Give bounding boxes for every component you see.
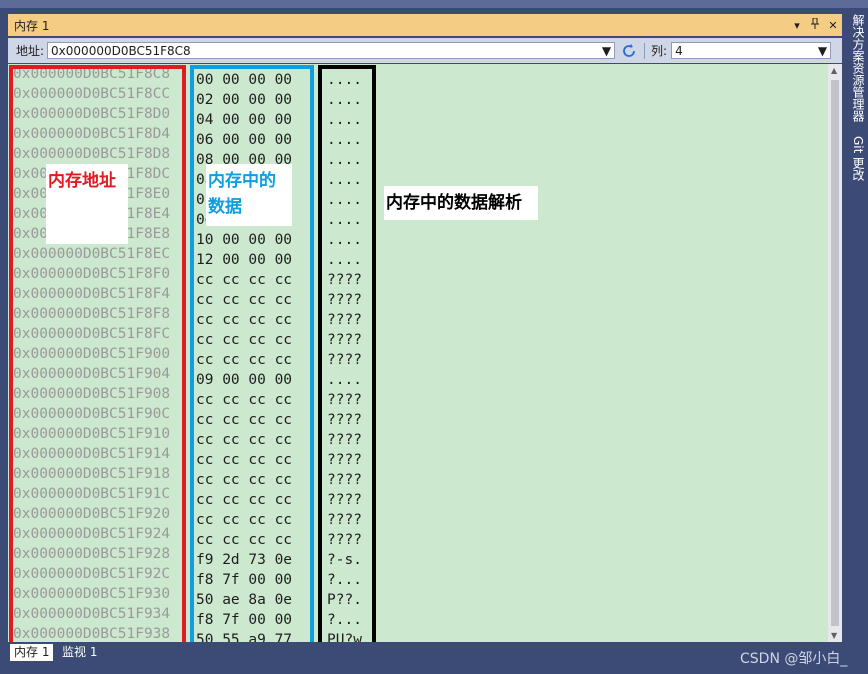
column-value: 4 — [675, 43, 683, 58]
column-label: 列: — [651, 44, 668, 58]
window-title: 内存 1 — [14, 18, 50, 33]
memory-toolbar: 地址: 0x000000D0BC51F8C8 ▼ 列: 4 ▼ — [8, 38, 842, 63]
annotation-data-line1: 内存中的 — [208, 171, 276, 191]
window-dropdown-icon[interactable]: ▾ — [788, 19, 806, 32]
watermark: CSDN @邹小白_ — [740, 651, 848, 667]
chevron-down-icon[interactable]: ▼ — [602, 44, 611, 58]
tab-memory-1[interactable]: 内存 1 — [10, 644, 54, 661]
git-changes-tab[interactable]: Git 更改 — [850, 136, 867, 181]
tab-watch-1[interactable]: 监视 1 — [58, 644, 101, 661]
memory-view[interactable]: 0x000000D0BC51F8C8 00 00 00 00.... 0x00000… — [8, 64, 828, 642]
data-highlight-box — [190, 65, 314, 642]
refresh-icon[interactable] — [620, 42, 638, 60]
memory-window-titlebar: 内存 1 ▾ ✕ — [8, 14, 842, 36]
annotation-data: 内存中的 数据 — [206, 164, 292, 226]
column-select[interactable]: 4 ▼ — [671, 42, 832, 59]
scrollbar-thumb[interactable] — [831, 80, 839, 626]
annotation-parse-text: 内存中的数据解析 — [386, 193, 522, 213]
vertical-scrollbar[interactable]: ▲ ▼ — [828, 64, 842, 642]
close-icon[interactable]: ✕ — [824, 19, 842, 32]
annotation-address-text: 内存地址 — [48, 171, 116, 191]
annotation-address: 内存地址 — [46, 164, 128, 244]
toolbar-separator — [644, 42, 646, 59]
chevron-down-icon[interactable]: ▼ — [818, 44, 827, 58]
pin-icon[interactable] — [806, 17, 824, 33]
address-value: 0x000000D0BC51F8C8 — [51, 43, 191, 58]
bottom-tab-bar: 内存 1 监视 1 CSDN @邹小白_ — [0, 644, 868, 674]
right-side-panel: 解决方案资源管理器 Git 更改 — [847, 14, 868, 644]
annotation-parse: 内存中的数据解析 — [384, 186, 538, 220]
annotation-data-line2: 数据 — [208, 197, 242, 217]
scroll-up-icon[interactable]: ▲ — [831, 66, 837, 75]
ascii-highlight-box — [318, 65, 376, 642]
address-label: 地址: — [16, 44, 45, 58]
solution-explorer-tab[interactable]: 解决方案资源管理器 — [850, 14, 867, 122]
top-strip — [0, 0, 868, 8]
scroll-down-icon[interactable]: ▼ — [831, 631, 837, 640]
address-highlight-box — [9, 65, 186, 642]
address-input[interactable]: 0x000000D0BC51F8C8 ▼ — [47, 42, 616, 59]
